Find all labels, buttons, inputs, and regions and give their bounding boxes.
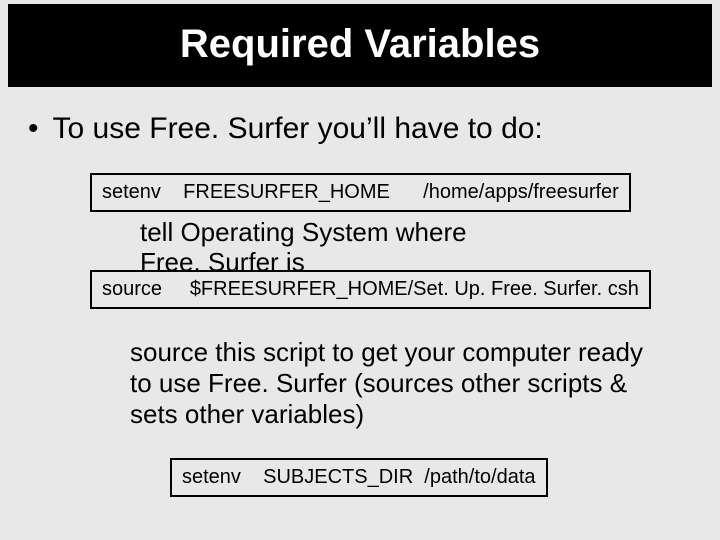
slide: Required Variables • To use Free. Surfer… [0,4,720,540]
command-box-source: source $FREESURFER_HOME/Set. Up. Free. S… [90,270,651,309]
command-box-setenv-home: setenv FREESURFER_HOME /home/apps/freesu… [90,173,631,212]
bullet-dot: • [28,111,39,147]
note-source-script: source this script to get your computer … [130,337,650,431]
slide-title: Required Variables [8,4,712,87]
note-line: tell Operating System where [140,218,720,248]
bullet-row: • To use Free. Surfer you’ll have to do: [28,111,720,147]
bullet-text: To use Free. Surfer you’ll have to do: [53,111,543,147]
command-box-setenv-subjects: setenv SUBJECTS_DIR /path/to/data [170,458,548,497]
